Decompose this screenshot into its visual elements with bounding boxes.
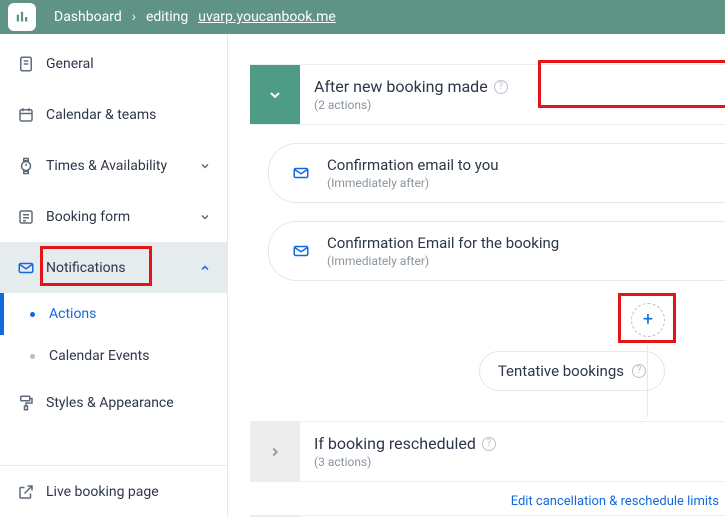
bullet-icon (30, 312, 35, 317)
sidebar-item-label: Booking form (46, 209, 197, 225)
watch-icon (14, 157, 38, 175)
sidebar-item-styles-appearance[interactable]: Styles & Appearance (0, 377, 227, 428)
mail-icon (285, 242, 317, 260)
external-link-icon (14, 483, 38, 501)
sidebar-subitem-label: Actions (49, 306, 96, 322)
sidebar-item-label: Styles & Appearance (46, 395, 213, 411)
crumb-dashboard[interactable]: Dashboard (54, 9, 122, 25)
calendar-icon (14, 106, 38, 124)
crumb-domain-link[interactable]: uvarp.youcanbook.me (198, 9, 336, 25)
main-content: After new booking made ? (2 actions) Con… (228, 34, 725, 517)
sidebar-item-label: Calendar & teams (46, 107, 213, 123)
add-action-button[interactable]: + (631, 303, 665, 337)
chevron-up-icon (197, 260, 213, 276)
chevron-down-icon (197, 209, 213, 225)
mail-icon (14, 259, 38, 277)
card-subtitle: (Immediately after) (327, 176, 499, 190)
chevron-right-icon (268, 445, 282, 459)
sidebar: General Calendar & teams Times & Availab… (0, 34, 228, 517)
card-title: Confirmation Email for the booking (327, 234, 559, 252)
mail-icon (285, 164, 317, 182)
sidebar-item-label: Times & Availability (46, 158, 197, 174)
card-title: Confirmation email to you (327, 156, 499, 174)
breadcrumb: Dashboard › editing uvarp.youcanbook.me (54, 9, 336, 25)
form-icon (14, 208, 38, 226)
chevron-down-icon (267, 87, 283, 103)
card-subtitle: (Immediately after) (327, 254, 559, 268)
collapse-toggle[interactable] (250, 65, 300, 124)
sidebar-item-label: General (46, 56, 213, 72)
sidebar-item-calendar-teams[interactable]: Calendar & teams (0, 89, 227, 140)
section-after-new-booking[interactable]: After new booking made ? (2 actions) (250, 64, 725, 125)
sidebar-subitem-label: Calendar Events (49, 348, 149, 364)
action-card-confirmation-email-booking[interactable]: Confirmation Email for the booking (Imme… (268, 221, 725, 281)
sidebar-item-label: Live booking page (46, 484, 213, 500)
chevron-down-icon (197, 158, 213, 174)
paint-roller-icon (14, 394, 38, 412)
sidebar-item-booking-form[interactable]: Booking form (0, 191, 227, 242)
edit-cancellation-link[interactable]: Edit cancellation & reschedule limits (228, 494, 725, 509)
plus-icon: + (643, 311, 653, 329)
bullet-icon (30, 354, 35, 359)
section-subtitle: (2 actions) (314, 98, 711, 112)
crumb-editing: editing (146, 9, 188, 25)
section-title: If booking rescheduled (314, 434, 476, 453)
sidebar-item-times-availability[interactable]: Times & Availability (0, 140, 227, 191)
section-if-rescheduled[interactable]: If booking rescheduled ? (3 actions) (250, 421, 725, 482)
sidebar-item-live-booking[interactable]: Live booking page (0, 466, 227, 517)
sidebar-item-general[interactable]: General (0, 38, 227, 89)
section-subtitle: (3 actions) (314, 455, 711, 469)
sidebar-item-notifications[interactable]: Notifications (0, 242, 227, 293)
help-icon[interactable]: ? (482, 437, 496, 451)
help-icon[interactable]: ? (632, 364, 646, 378)
tentative-bookings-chip[interactable]: Tentative bookings ? (479, 351, 665, 391)
document-icon (14, 55, 38, 73)
chip-label: Tentative bookings (498, 362, 624, 380)
chevron-right-icon: › (132, 9, 136, 25)
section-title: After new booking made (314, 77, 488, 96)
help-icon[interactable]: ? (494, 80, 508, 94)
app-logo[interactable] (8, 3, 36, 31)
sidebar-subitem-actions[interactable]: Actions (0, 293, 227, 335)
sidebar-subitem-calendar-events[interactable]: Calendar Events (0, 335, 227, 377)
expand-toggle[interactable] (250, 422, 300, 481)
sidebar-item-label: Notifications (46, 260, 197, 276)
action-card-confirmation-email-you[interactable]: Confirmation email to you (Immediately a… (268, 143, 725, 203)
